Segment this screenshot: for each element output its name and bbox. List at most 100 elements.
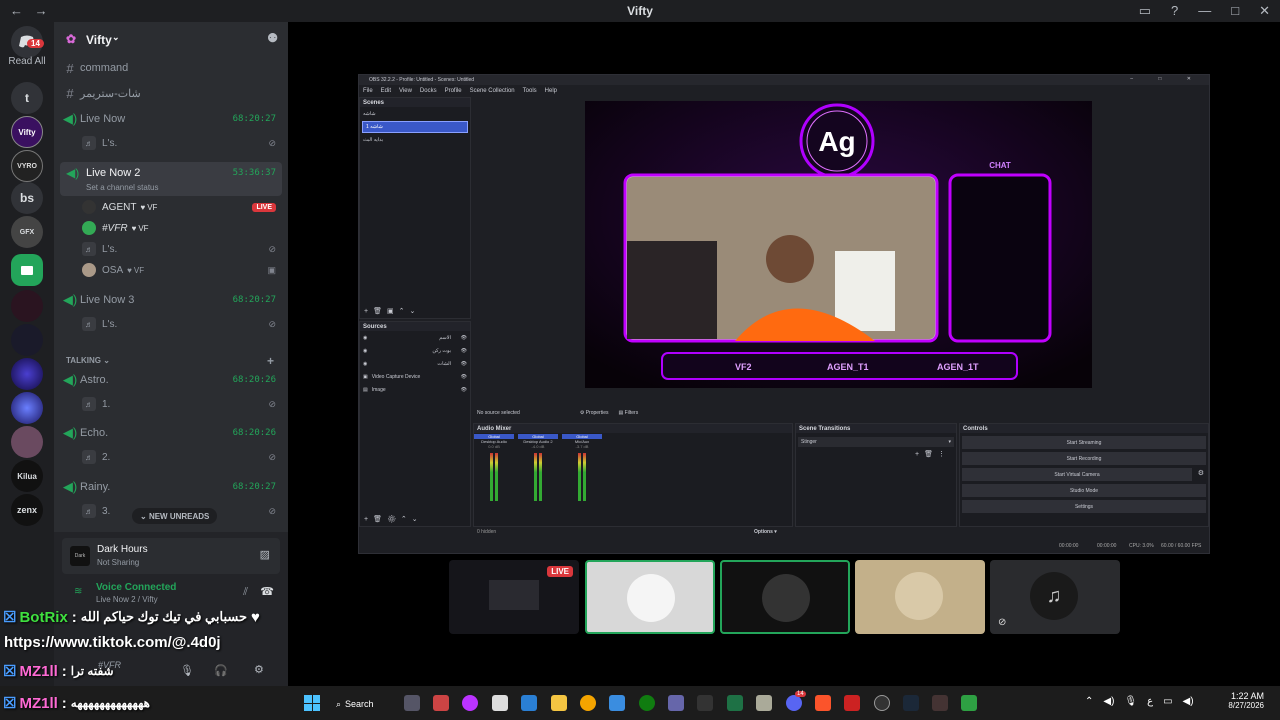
- visibility-icon[interactable]: 👁: [461, 374, 467, 380]
- invite-icon[interactable]: ⚉: [267, 31, 278, 45]
- maximize-icon[interactable]: □: [1231, 3, 1239, 19]
- visibility-icon[interactable]: 👁: [461, 335, 467, 341]
- volume-meter[interactable]: [531, 453, 545, 501]
- server-icon-1[interactable]: [11, 290, 43, 322]
- menu-docks[interactable]: Docks: [420, 88, 437, 94]
- app-icon[interactable]: [492, 695, 508, 711]
- server-t[interactable]: t: [11, 82, 43, 114]
- source-item[interactable]: ◉ الشات 👁: [360, 357, 470, 370]
- app-icon[interactable]: [932, 695, 948, 711]
- transition-select[interactable]: Stinger ▾: [798, 437, 954, 447]
- category-talking[interactable]: TALKING ⌄ +: [66, 354, 276, 368]
- file-explorer-icon[interactable]: [551, 695, 567, 711]
- studio-mode-button[interactable]: Studio Mode: [962, 484, 1206, 497]
- guild-header[interactable]: ✿ Vifty ⌄ ⚉: [54, 22, 288, 58]
- voice-member[interactable]: ♬ L's. ⊘: [82, 315, 282, 333]
- app-icon[interactable]: [961, 695, 977, 711]
- voice-member[interactable]: AGENT ♥ VF LIVE: [82, 198, 282, 216]
- server-vifty[interactable]: Vifty: [11, 116, 43, 148]
- source-item[interactable]: ◉ الاسم 👁: [360, 331, 470, 344]
- scene-toolbar[interactable]: +🗑▣⌃⌄: [364, 307, 420, 315]
- read-all-button[interactable]: Read All: [0, 56, 54, 67]
- terminal-icon[interactable]: [697, 695, 713, 711]
- volume-meter[interactable]: [487, 453, 501, 501]
- menu-help[interactable]: Help: [545, 88, 557, 94]
- voice-channel-astro[interactable]: ◀) Astro. 68:20:26: [60, 369, 282, 391]
- app-icon[interactable]: [404, 695, 420, 711]
- new-unreads-pill[interactable]: ⌄ NEW UNREADS: [132, 508, 218, 524]
- voice-channel-live-now[interactable]: ◀) Live Now 68:20:27: [60, 108, 282, 130]
- start-streaming-button[interactable]: Start Streaming: [962, 436, 1206, 449]
- microphone-icon[interactable]: 🎙: [1124, 696, 1137, 707]
- scene-item[interactable]: شاشه: [360, 107, 470, 121]
- nav-arrows[interactable]: ← →: [10, 3, 48, 18]
- voice-member[interactable]: #VFR ♥ VF: [82, 219, 282, 237]
- add-channel-icon[interactable]: +: [267, 354, 274, 368]
- filters-button[interactable]: ▤ Filters: [618, 410, 638, 416]
- menu-tools[interactable]: Tools: [523, 88, 537, 94]
- app-icon[interactable]: [433, 695, 449, 711]
- stream-tile-user[interactable]: [720, 560, 850, 634]
- voice-member[interactable]: OSA ♥ VF ▣: [82, 261, 282, 279]
- close-icon[interactable]: ✕: [1259, 3, 1270, 19]
- source-item[interactable]: ▣ Video Capture Device 👁: [360, 370, 470, 383]
- notepad-icon[interactable]: [756, 695, 772, 711]
- server-icon-5[interactable]: [11, 426, 43, 458]
- menu-profile[interactable]: Profile: [445, 88, 462, 94]
- server-icon-4[interactable]: [11, 392, 43, 424]
- visibility-icon[interactable]: 👁: [461, 387, 467, 393]
- stream-tile-user[interactable]: [585, 560, 715, 634]
- server-vyro[interactable]: VYRO: [11, 150, 43, 182]
- virtual-camera-settings-icon[interactable]: ⚙: [1198, 469, 1204, 477]
- voice-member[interactable]: ♬ 1. ⊘: [82, 395, 282, 413]
- volume-meter[interactable]: [575, 453, 589, 501]
- properties-button[interactable]: ⚙ Properties: [580, 410, 609, 416]
- voice-member[interactable]: ♬ L's. ⊘: [82, 240, 282, 258]
- language-indicator[interactable]: ع: [1147, 696, 1153, 707]
- music-icon[interactable]: [462, 695, 478, 711]
- server-zenx[interactable]: zenx: [11, 494, 43, 526]
- stream-tile-user[interactable]: ♫ ⊘: [990, 560, 1120, 634]
- network-icon[interactable]: ▭: [1163, 696, 1172, 707]
- share-screen-icon[interactable]: ▨: [260, 548, 270, 561]
- visibility-icon[interactable]: 👁: [461, 361, 467, 367]
- source-item[interactable]: ◉ بوت ركن 👁: [360, 344, 470, 357]
- noise-suppression-icon[interactable]: ⫽: [243, 586, 248, 599]
- menu-file[interactable]: File: [363, 88, 373, 94]
- stream-tile-user[interactable]: [855, 560, 985, 634]
- obs-window-controls[interactable]: – □ ✕: [1130, 76, 1203, 82]
- scene-item[interactable]: بدايه البث: [360, 133, 470, 147]
- activity-card[interactable]: Dark Dark Hours Not Sharing ▨: [62, 538, 280, 574]
- scene-item-selected[interactable]: شاشه 1: [362, 121, 468, 133]
- xbox-icon[interactable]: [639, 695, 655, 711]
- menu-view[interactable]: View: [399, 88, 412, 94]
- voice-channel-rainy[interactable]: ◀) Rainy. 68:20:27: [60, 476, 282, 498]
- brave-icon[interactable]: [815, 695, 831, 711]
- volume-icon[interactable]: ◀): [1103, 696, 1114, 707]
- start-recording-button[interactable]: Start Recording: [962, 452, 1206, 465]
- server-kilua[interactable]: Kilua: [11, 460, 43, 492]
- app-icon[interactable]: [580, 695, 596, 711]
- visibility-icon[interactable]: 👁: [461, 348, 467, 354]
- voice-channel-live-now-2[interactable]: ◀) Live Now 2 53:36:37 Set a channel sta…: [60, 162, 282, 196]
- menu-edit[interactable]: Edit: [381, 88, 391, 94]
- voice-member[interactable]: ♬ L's. ⊘: [82, 134, 282, 152]
- channel-status[interactable]: Set a channel status: [86, 183, 159, 192]
- voice-channel-echo[interactable]: ◀) Echo. 68:20:26: [60, 422, 282, 444]
- transition-toolbar[interactable]: +🗑⋮: [915, 450, 950, 458]
- start-virtual-camera-button[interactable]: Start Virtual Camera: [962, 468, 1192, 481]
- app-icon[interactable]: [727, 695, 743, 711]
- start-icon[interactable]: [304, 695, 320, 711]
- disconnect-icon[interactable]: ☎: [260, 585, 274, 598]
- settings-button[interactable]: Settings: [962, 500, 1206, 513]
- store-icon[interactable]: [609, 695, 625, 711]
- app-icon[interactable]: [844, 695, 860, 711]
- folder-icon[interactable]: [11, 254, 43, 286]
- help-icon[interactable]: ?: [1171, 3, 1178, 19]
- source-item[interactable]: ▤ Image 👁: [360, 383, 470, 396]
- vscode-icon[interactable]: [521, 695, 537, 711]
- options-button[interactable]: Options ▾: [754, 529, 777, 535]
- chevron-up-icon[interactable]: ⌃: [1085, 696, 1093, 707]
- channel-streamer-chat[interactable]: # شات-ستريمر: [60, 82, 282, 104]
- voice-member[interactable]: ♬ 2. ⊘: [82, 448, 282, 466]
